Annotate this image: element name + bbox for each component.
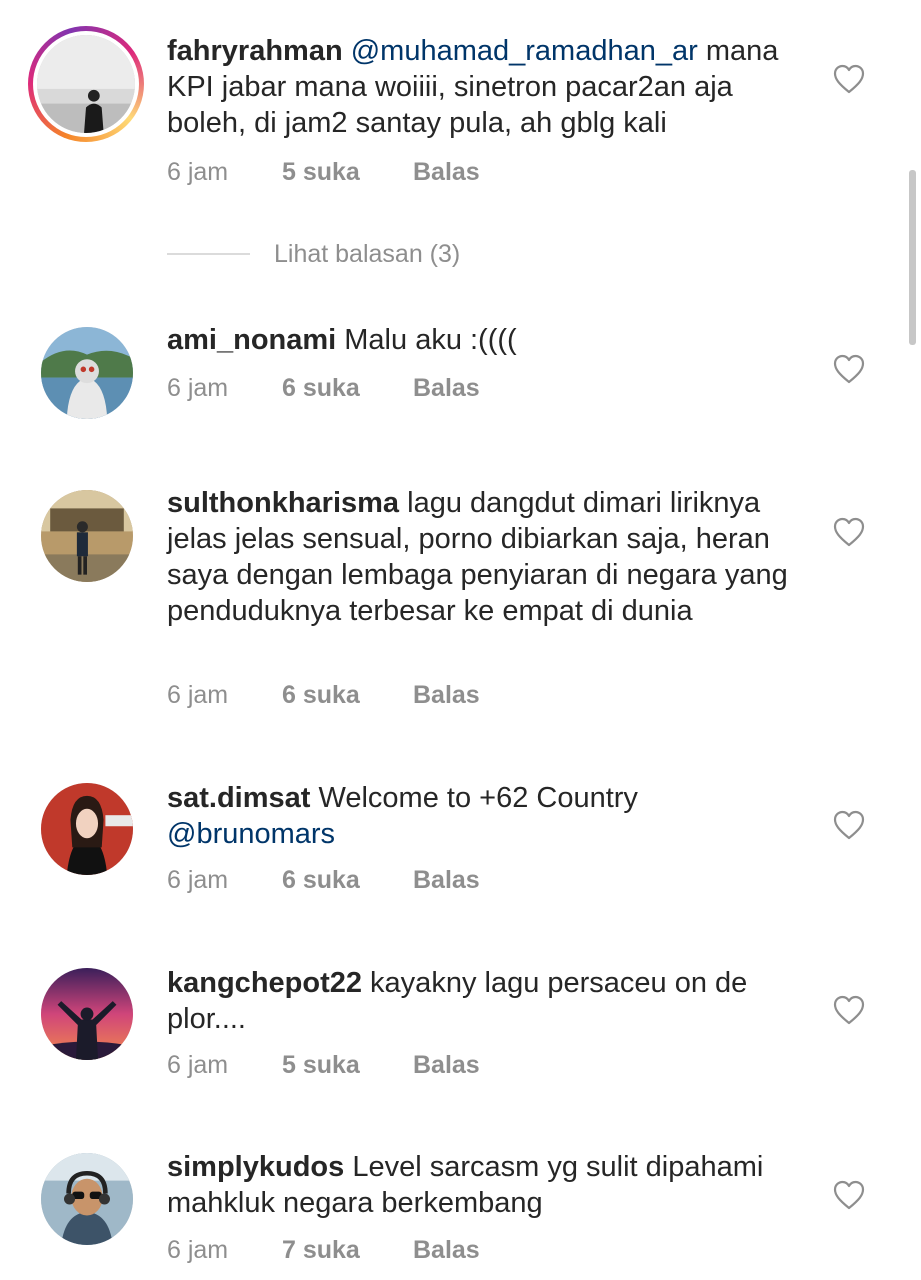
comment-text: sat.dimsat Welcome to +62 Country @bruno… [167, 780, 807, 852]
heart-icon[interactable] [833, 517, 865, 547]
reply-button[interactable]: Balas [413, 681, 480, 710]
view-replies-button[interactable]: Lihat balasan (3) [167, 240, 567, 270]
comment-username[interactable]: kangchepot22 [167, 967, 362, 999]
comment-text: fahryrahman @muhamad_ramadhan_ar mana KP… [167, 33, 807, 141]
comment-username[interactable]: simplykudos [167, 1151, 344, 1183]
comment-meta: 6 jam 6 suka Balas [167, 681, 480, 710]
heart-icon[interactable] [833, 995, 865, 1025]
reply-button[interactable]: Balas [413, 1051, 480, 1080]
heart-icon[interactable] [833, 810, 865, 840]
comment-meta: 6 jam 7 suka Balas [167, 1236, 480, 1265]
comment-username[interactable]: ami_nonami [167, 324, 336, 356]
comment-body: Malu aku :(((( [336, 324, 517, 356]
comment-text: sulthonkharisma lagu dangdut dimari liri… [167, 485, 807, 629]
comment-text: simplykudos Level sarcasm yg sulit dipah… [167, 1149, 807, 1221]
avatar[interactable] [41, 490, 133, 582]
comment-username[interactable]: sat.dimsat [167, 782, 310, 814]
avatar[interactable] [41, 1153, 133, 1245]
comment-likes[interactable]: 6 suka [282, 374, 413, 403]
avatar[interactable] [41, 783, 133, 875]
comment-time: 6 jam [167, 1236, 229, 1264]
comment-meta: 6 jam 5 suka Balas [167, 1051, 480, 1080]
comment-likes[interactable]: 6 suka [282, 681, 413, 710]
comment-meta: 6 jam 6 suka Balas [167, 866, 480, 895]
comment-meta: 6 jam 5 suka Balas [167, 158, 480, 187]
reply-button[interactable]: Balas [413, 866, 480, 895]
reply-button[interactable]: Balas [413, 158, 480, 187]
heart-icon[interactable] [833, 354, 865, 384]
comment-text: kangchepot22 kayakny lagu persaceu on de… [167, 965, 807, 1037]
comment-mention[interactable]: @muhamad_ramadhan_ar [351, 35, 698, 67]
reply-button[interactable]: Balas [413, 374, 480, 403]
comment-time: 6 jam [167, 866, 229, 894]
comment-time: 6 jam [167, 158, 229, 186]
view-replies-label[interactable]: Lihat balasan (3) [274, 240, 460, 269]
avatar[interactable] [37, 35, 135, 133]
heart-icon[interactable] [833, 64, 865, 94]
story-ring[interactable] [28, 26, 144, 142]
avatar[interactable] [41, 327, 133, 419]
comment-likes[interactable]: 5 suka [282, 1051, 413, 1080]
scrollbar[interactable] [909, 170, 916, 345]
comment-likes[interactable]: 6 suka [282, 866, 413, 895]
heart-icon[interactable] [833, 1180, 865, 1210]
comment-username[interactable]: sulthonkharisma [167, 487, 399, 519]
comment-body: Welcome to +62 Country [310, 782, 638, 814]
comment-likes[interactable]: 7 suka [282, 1236, 413, 1265]
avatar[interactable] [41, 968, 133, 1060]
comment-text: ami_nonami Malu aku :(((( [167, 322, 807, 358]
divider [167, 253, 250, 255]
comment-time: 6 jam [167, 374, 229, 402]
comment-likes[interactable]: 5 suka [282, 158, 413, 187]
comment-time: 6 jam [167, 1051, 229, 1079]
comment-username[interactable]: fahryrahman [167, 35, 343, 67]
reply-button[interactable]: Balas [413, 1236, 480, 1265]
comment-meta: 6 jam 6 suka Balas [167, 374, 480, 403]
comment-mention[interactable]: @brunomars [167, 818, 335, 850]
comment-time: 6 jam [167, 681, 229, 709]
